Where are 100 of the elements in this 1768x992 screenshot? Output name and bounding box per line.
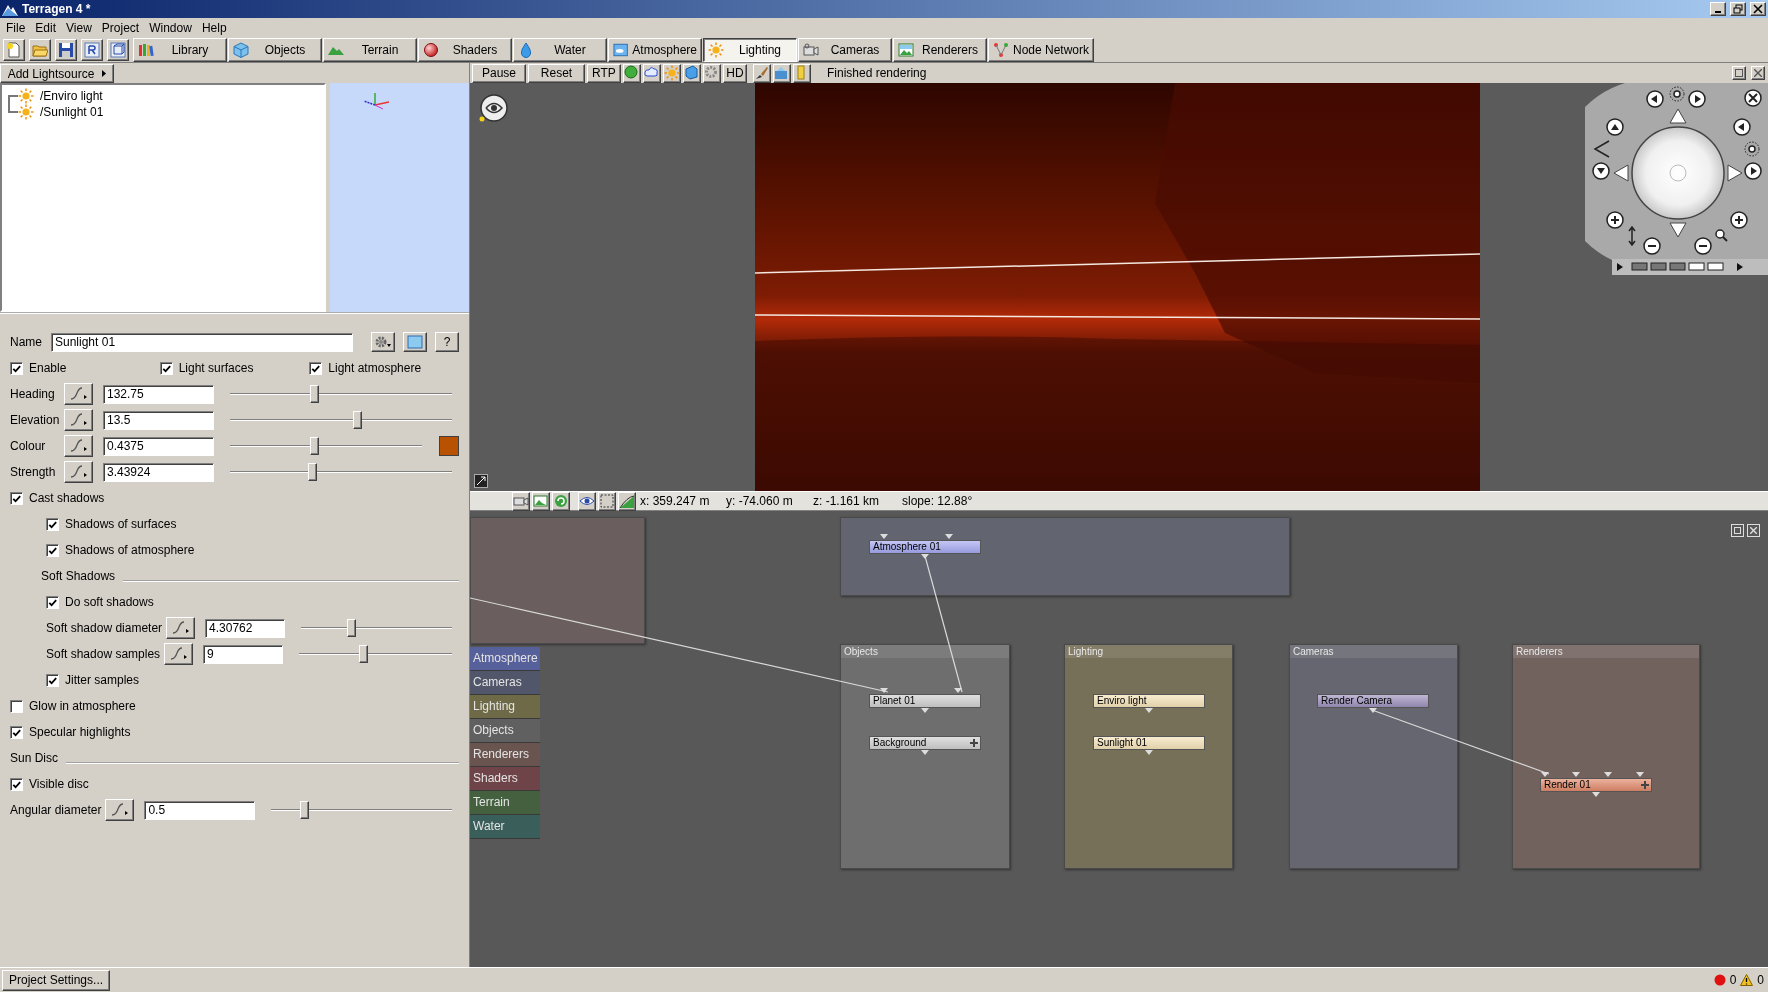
slider-thumb[interactable] [310, 385, 320, 403]
viewport-toggle[interactable] [623, 63, 641, 83]
checkbox[interactable] [10, 777, 23, 791]
category-item[interactable]: Shaders [470, 767, 540, 791]
animation-button[interactable] [64, 461, 93, 483]
name-field[interactable]: Sunlight 01 [51, 332, 353, 352]
toolbar-button[interactable] [3, 38, 25, 61]
expand-icon[interactable] [474, 474, 488, 488]
toolbar-button[interactable] [107, 38, 129, 61]
image-button[interactable] [403, 332, 427, 352]
viewport-button[interactable]: Reset [528, 63, 585, 83]
viewport-toggle[interactable] [643, 63, 661, 83]
menu-item[interactable]: File [1, 20, 31, 35]
menu-item[interactable]: View [61, 20, 97, 35]
slider-thumb[interactable] [352, 411, 362, 429]
viewport-tool[interactable] [793, 63, 811, 83]
value-field[interactable]: 0.4375 [103, 436, 214, 456]
menu-item[interactable]: Edit [30, 20, 62, 35]
category-item[interactable]: Lighting [470, 695, 540, 719]
node[interactable]: Sunlight 01 [1093, 736, 1205, 750]
minimize-button[interactable] [1710, 2, 1726, 16]
toolbar-tab[interactable]: Terrain [323, 37, 417, 62]
viewport-toggle[interactable] [703, 63, 721, 83]
value-field[interactable]: 0.5 [144, 800, 256, 820]
maximize-button[interactable] [1731, 524, 1744, 537]
node[interactable]: Background [869, 736, 981, 750]
menu-item[interactable]: Help [196, 20, 232, 35]
slider-thumb[interactable] [346, 619, 356, 637]
toolbar-tab[interactable]: Node Network [988, 37, 1095, 62]
checkbox[interactable] [46, 595, 59, 609]
add-lightsource-button[interactable]: Add Lightsource [0, 64, 114, 83]
coordinate-tool[interactable] [532, 491, 550, 511]
value-field[interactable]: 4.30762 [205, 618, 286, 638]
checkbox[interactable] [10, 699, 23, 713]
coordinate-tool[interactable] [552, 491, 570, 511]
checkbox[interactable] [10, 361, 23, 375]
toolbar-button[interactable] [55, 38, 77, 61]
toolbar-tab[interactable]: Lighting [703, 37, 797, 62]
gear-button[interactable] [371, 332, 395, 352]
toolbar-tab[interactable]: Cameras [798, 37, 892, 62]
menu-item[interactable]: Project [96, 20, 145, 35]
coordinate-tool[interactable] [578, 491, 596, 511]
restore-button[interactable] [1730, 2, 1746, 16]
category-item[interactable]: Atmosphere [470, 647, 540, 671]
viewport-tool[interactable] [753, 63, 771, 83]
value-field[interactable]: 13.5 [103, 410, 214, 430]
color-swatch[interactable] [439, 436, 459, 456]
slider-thumb[interactable] [308, 463, 318, 481]
toolbar-tab[interactable]: Library [133, 37, 227, 62]
coordinate-tool[interactable] [618, 491, 636, 511]
value-field[interactable]: 132.75 [103, 384, 214, 404]
node[interactable]: Render 01 [1540, 778, 1652, 792]
toolbar-tab[interactable]: Renderers [893, 37, 987, 62]
checkbox[interactable] [159, 361, 173, 375]
toolbar-tab[interactable]: Shaders [418, 37, 512, 62]
viewport-button[interactable]: RTP [587, 63, 621, 83]
coordinate-tool[interactable] [512, 491, 530, 511]
toolbar-button[interactable] [29, 38, 51, 61]
animation-button[interactable] [164, 643, 194, 665]
slider-thumb[interactable] [310, 437, 320, 455]
menu-item[interactable]: Window [144, 20, 197, 35]
node[interactable]: Enviro light [1093, 694, 1205, 708]
tree-item[interactable]: /Sunlight 01 [38, 105, 106, 119]
animation-button[interactable] [64, 383, 93, 405]
toolbar-button[interactable] [81, 38, 103, 61]
viewport-button[interactable]: Pause [472, 63, 526, 83]
animation-button[interactable] [166, 617, 196, 639]
checkbox[interactable] [46, 517, 59, 531]
node[interactable]: Render Camera [1317, 694, 1429, 708]
category-item[interactable]: Objects [470, 719, 540, 743]
animation-button[interactable] [64, 435, 93, 457]
project-settings-button[interactable]: Project Settings... [2, 969, 111, 991]
checkbox[interactable] [46, 543, 59, 557]
value-field[interactable]: 9 [203, 644, 284, 664]
slider-thumb[interactable] [299, 801, 309, 819]
category-item[interactable]: Water [470, 815, 540, 839]
toolbar-tab[interactable]: Objects [228, 37, 322, 62]
toolbar-tab[interactable]: Water [513, 37, 607, 62]
viewport-tool[interactable] [773, 63, 791, 83]
help-button[interactable]: ? [435, 332, 459, 352]
tree-item[interactable]: /Enviro light [38, 89, 105, 103]
hd-button[interactable]: HD [723, 63, 747, 83]
coordinate-tool[interactable] [598, 491, 616, 511]
animation-button[interactable] [105, 799, 135, 821]
animation-button[interactable] [64, 409, 93, 431]
checkbox[interactable] [10, 725, 23, 739]
checkbox[interactable] [309, 361, 323, 375]
value-field[interactable]: 3.43924 [103, 462, 214, 482]
navigation-widget-drawing[interactable] [1585, 83, 1768, 277]
viewport-toggle[interactable] [663, 63, 681, 83]
toolbar-tab[interactable]: Atmosphere [608, 37, 702, 62]
category-item[interactable]: Cameras [470, 671, 540, 695]
slider-thumb[interactable] [359, 645, 369, 663]
node[interactable]: Atmosphere 01 [869, 540, 981, 554]
node[interactable]: Planet 01 [869, 694, 981, 708]
checkbox[interactable] [46, 673, 59, 687]
viewport-toggle[interactable] [683, 63, 701, 83]
category-item[interactable]: Terrain [470, 791, 540, 815]
checkbox[interactable] [10, 491, 23, 505]
category-item[interactable]: Renderers [470, 743, 540, 767]
